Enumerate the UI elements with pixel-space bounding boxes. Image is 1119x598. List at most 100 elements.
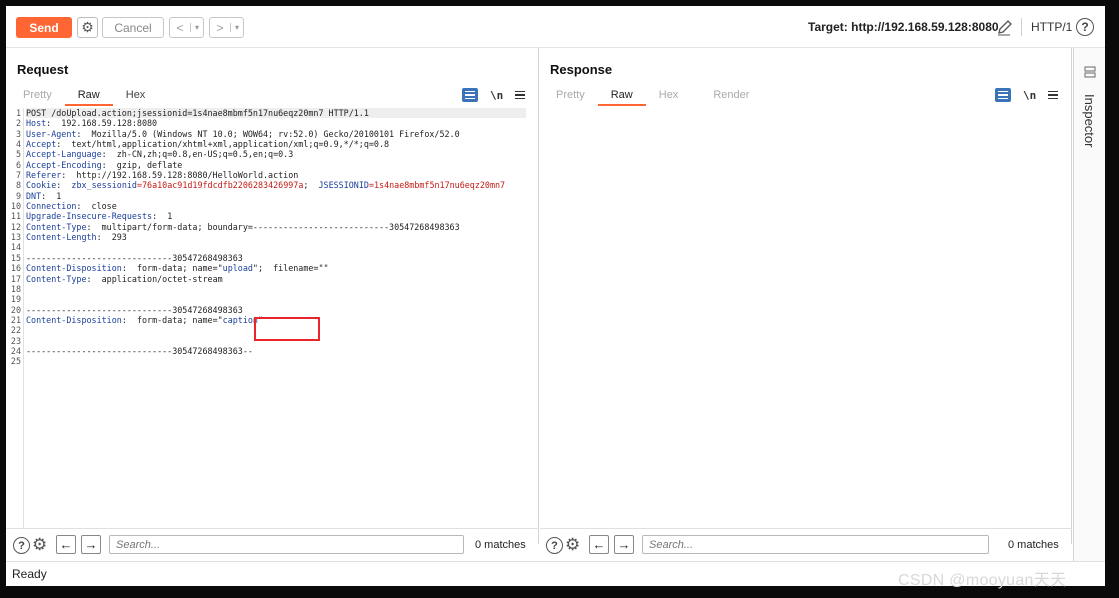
code-line[interactable]: Content-Length: 293	[26, 232, 526, 242]
tab-hex[interactable]: Hex	[646, 86, 692, 106]
tab-pretty[interactable]: Pretty	[10, 86, 65, 106]
line-number: 23	[10, 335, 21, 346]
code-text: ;	[303, 180, 319, 191]
code-text: -----------------------------30547268498…	[26, 252, 243, 263]
request-tabs: Pretty Raw Hex	[10, 86, 158, 106]
code-line[interactable]: POST /doUpload.action;jsessionid=1s4nae8…	[26, 108, 526, 119]
tab-raw[interactable]: Raw	[597, 86, 646, 106]
response-search-bar: ? ⚙ ← → 0 matches	[540, 528, 1072, 558]
code-line[interactable]: Upgrade-Insecure-Requests: 1	[26, 211, 526, 221]
line-number: 24	[10, 345, 21, 356]
code-text: : form-data; name="	[121, 263, 223, 274]
inspector-panel[interactable]: Inspector	[1073, 48, 1105, 561]
request-editor[interactable]: 1 2 3 4 5 6 7 8 9 10 11 12 13 14 15 16 17 18 19 20 21 22 23 24 2…	[6, 108, 539, 528]
request-search-input[interactable]	[109, 535, 464, 554]
menu-icon[interactable]	[1048, 90, 1059, 100]
forward-dropdown-icon[interactable]: ▾	[230, 23, 243, 32]
code-text: : close	[76, 201, 117, 212]
code-line[interactable]	[26, 242, 526, 252]
header-name: Content-Type	[26, 221, 87, 232]
previous-match-button[interactable]: ←	[589, 535, 609, 554]
cookie-value: =1s4nae8mbmf5n17nu6eqz20mn7	[368, 180, 506, 191]
code-line[interactable]: -----------------------------30547268498…	[26, 346, 526, 356]
response-editor[interactable]	[540, 108, 1072, 528]
line-number: 21	[10, 314, 21, 325]
header-name: Accept-Encoding	[26, 159, 102, 170]
code-text: "; filename=""	[252, 263, 329, 274]
request-title: Request	[17, 62, 69, 77]
code-text: : form-data; name="	[121, 314, 223, 325]
code-line[interactable]: Content-Disposition: form-data; name="up…	[26, 263, 526, 273]
protocol-selector[interactable]: HTTP/1	[1031, 20, 1072, 34]
menu-icon[interactable]	[515, 90, 526, 100]
code-line[interactable]	[26, 356, 526, 366]
previous-match-button[interactable]: ←	[56, 535, 76, 554]
arrow-right-icon: →	[617, 537, 631, 552]
back-dropdown-icon[interactable]: ▾	[190, 23, 203, 32]
tab-hex[interactable]: Hex	[113, 86, 159, 106]
code-line[interactable]: -----------------------------30547268498…	[26, 253, 526, 263]
code-line[interactable]	[26, 294, 526, 304]
line-number: 19	[10, 294, 21, 305]
response-search-input[interactable]	[642, 535, 989, 554]
code-line[interactable]: Accept-Encoding: gzip, deflate	[26, 160, 526, 170]
next-match-button[interactable]: →	[614, 535, 634, 554]
header-name: Accept	[26, 139, 57, 150]
header-name: Accept-Language	[26, 149, 102, 160]
line-number: 1	[15, 108, 21, 118]
header-name: Content-Type	[26, 273, 87, 284]
code-line[interactable]: Host: 192.168.59.128:8080	[26, 118, 526, 128]
newline-toggle[interactable]: \n	[1023, 89, 1036, 102]
request-search-bar: ? ⚙ ← → 0 matches	[6, 528, 539, 558]
cancel-button[interactable]: Cancel	[102, 17, 164, 38]
header-name: DNT	[26, 190, 42, 201]
code-line[interactable]: Accept: text/html,application/xhtml+xml,…	[26, 139, 526, 149]
code-text: -----------------------------30547268498…	[26, 304, 243, 315]
back-arrow-icon[interactable]: <	[170, 21, 190, 35]
inspector-label[interactable]: Inspector	[1082, 94, 1097, 147]
code-line[interactable]: Referer: http://192.168.59.128:8080/Hell…	[26, 170, 526, 180]
edit-icon[interactable]	[996, 18, 1012, 36]
code-line[interactable]: Content-Type: multipart/form-data; bound…	[26, 222, 526, 232]
help-icon[interactable]: ?	[13, 537, 30, 554]
code-line[interactable]: Accept-Language: zh-CN,zh;q=0.8,en-US;q=…	[26, 149, 526, 159]
help-icon[interactable]: ?	[546, 537, 563, 554]
code-line[interactable]: -----------------------------30547268498…	[26, 305, 526, 315]
inspector-layout-icon[interactable]	[1084, 66, 1096, 81]
code-line[interactable]	[26, 284, 526, 294]
code-text: : multipart/form-data; boundary=--------…	[86, 221, 460, 232]
code-line[interactable]: DNT: 1	[26, 191, 526, 201]
toolbar: Send ⚙ Cancel < ▾ > ▾ Target: http://192…	[6, 6, 1105, 48]
send-button[interactable]: Send	[16, 17, 72, 38]
settings-button[interactable]: ⚙	[77, 17, 98, 38]
filename-highlight-box	[254, 317, 320, 341]
header-name: Cookie	[26, 180, 57, 191]
header-name: zbx_sessionid	[71, 180, 137, 191]
forward-nav-group[interactable]: > ▾	[209, 17, 244, 38]
gear-icon[interactable]: ⚙	[565, 536, 580, 553]
tab-render[interactable]: Render	[691, 86, 762, 106]
request-match-count: 0 matches	[475, 539, 526, 551]
code-line[interactable]: Cookie: zbx_sessionid=76a10ac91d19fdcdfb…	[26, 180, 526, 190]
screenshot-frame: Send ⚙ Cancel < ▾ > ▾ Target: http://192…	[0, 0, 1119, 598]
code-line[interactable]: User-Agent: Mozilla/5.0 (Windows NT 10.0…	[26, 129, 526, 139]
next-match-button[interactable]: →	[81, 535, 101, 554]
forward-arrow-icon[interactable]: >	[210, 21, 230, 35]
tab-raw[interactable]: Raw	[64, 86, 113, 106]
back-nav-group[interactable]: < ▾	[169, 17, 204, 38]
response-title: Response	[550, 62, 613, 77]
code-line[interactable]: Content-Type: application/octet-stream	[26, 274, 526, 284]
help-icon[interactable]: ?	[1076, 18, 1094, 36]
gear-icon[interactable]: ⚙	[32, 536, 47, 553]
word-wrap-icon[interactable]	[995, 88, 1011, 102]
response-tabs: Pretty Raw Hex Render	[543, 86, 762, 106]
line-number: 7	[15, 170, 21, 181]
code-line[interactable]: Connection: close	[26, 201, 526, 211]
newline-toggle[interactable]: \n	[490, 89, 503, 102]
string-value: upload	[222, 263, 253, 274]
word-wrap-icon[interactable]	[462, 88, 478, 102]
tab-pretty[interactable]: Pretty	[543, 86, 598, 106]
line-number: 14	[10, 242, 21, 253]
request-pane: Request Pretty Raw Hex \n 1 2 3 4 5 6 7 8 9 10 11 1…	[6, 48, 539, 554]
code-text: : 1	[41, 190, 62, 201]
